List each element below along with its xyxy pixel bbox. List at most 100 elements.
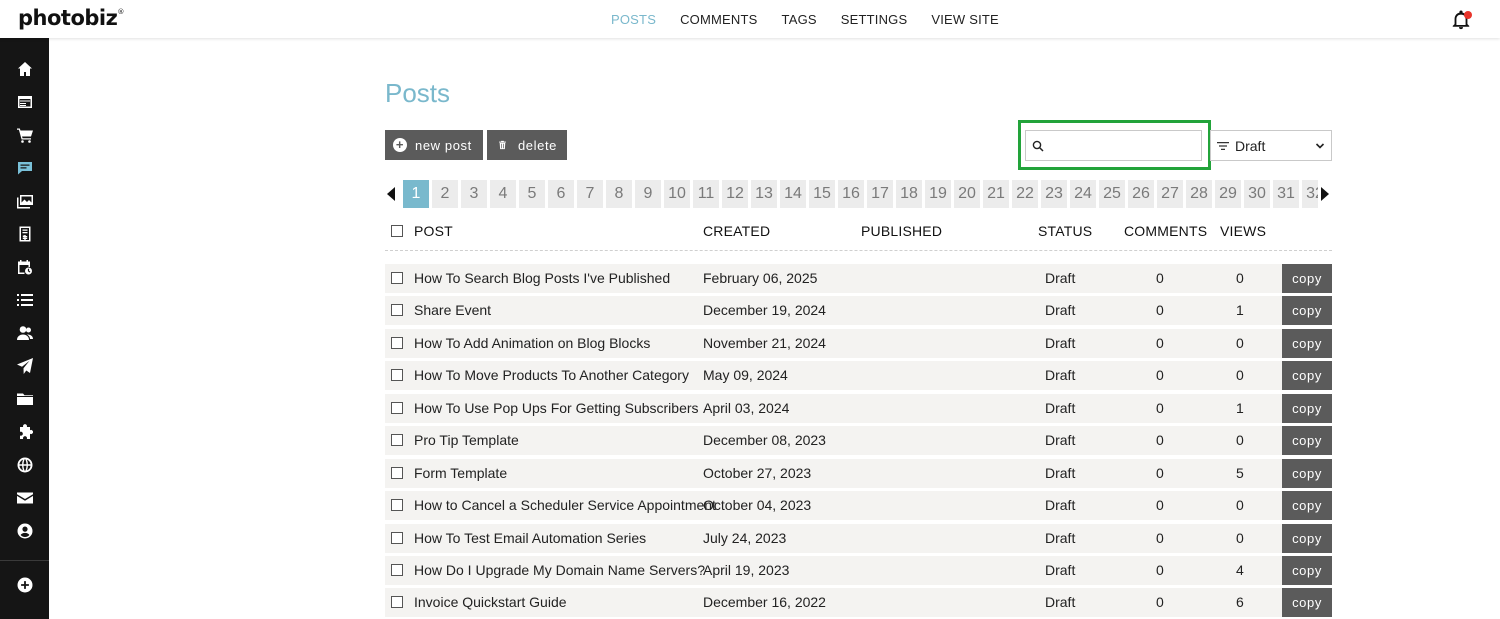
page-number-button[interactable]: 27: [1157, 180, 1183, 208]
page-number-button[interactable]: 8: [606, 180, 632, 208]
page-number-button[interactable]: 1: [403, 180, 429, 208]
copy-button[interactable]: copy: [1282, 491, 1332, 521]
page-number-button[interactable]: 21: [983, 180, 1009, 208]
column-header-views[interactable]: VIEWS: [1220, 223, 1266, 239]
home-icon[interactable]: [16, 60, 33, 77]
post-title-link[interactable]: Form Template: [414, 465, 507, 481]
page-number-button[interactable]: 10: [664, 180, 690, 208]
copy-button[interactable]: copy: [1282, 523, 1332, 553]
page-number-button[interactable]: 32: [1302, 180, 1318, 208]
page-number-button[interactable]: 24: [1070, 180, 1096, 208]
notifications-bell-icon[interactable]: [1450, 8, 1474, 32]
row-checkbox[interactable]: [391, 466, 403, 479]
page-number-button[interactable]: 6: [548, 180, 574, 208]
copy-button[interactable]: copy: [1282, 458, 1332, 488]
invoice-icon[interactable]: [16, 225, 33, 242]
page-number-button[interactable]: 26: [1128, 180, 1154, 208]
column-header-status[interactable]: STATUS: [1038, 223, 1092, 239]
send-icon[interactable]: [16, 357, 33, 374]
page-number-button[interactable]: 9: [635, 180, 661, 208]
page-number-button[interactable]: 5: [519, 180, 545, 208]
copy-button[interactable]: copy: [1282, 393, 1332, 423]
nav-tags[interactable]: TAGS: [782, 12, 817, 27]
nav-view-site[interactable]: VIEW SITE: [931, 12, 999, 27]
page-number-button[interactable]: 28: [1186, 180, 1212, 208]
delete-button[interactable]: delete: [487, 130, 567, 160]
page-number-button[interactable]: 16: [838, 180, 864, 208]
nav-comments[interactable]: COMMENTS: [680, 12, 757, 27]
page-number-button[interactable]: 20: [954, 180, 980, 208]
next-page-icon[interactable]: [1321, 187, 1329, 201]
page-number-button[interactable]: 7: [577, 180, 603, 208]
page-number-button[interactable]: 3: [461, 180, 487, 208]
post-title-link[interactable]: Share Event: [414, 302, 491, 318]
globe-icon[interactable]: [16, 456, 33, 473]
nav-settings[interactable]: SETTINGS: [841, 12, 908, 27]
row-checkbox[interactable]: [391, 369, 403, 382]
copy-button[interactable]: copy: [1282, 264, 1332, 293]
page-number-button[interactable]: 22: [1012, 180, 1038, 208]
folder-icon[interactable]: [16, 390, 33, 407]
status-filter-select[interactable]: Draft: [1210, 130, 1332, 161]
post-title-link[interactable]: Invoice Quickstart Guide: [414, 594, 567, 610]
column-header-comments[interactable]: COMMENTS: [1124, 223, 1207, 239]
page-number-button[interactable]: 30: [1244, 180, 1270, 208]
post-title-link[interactable]: How Do I Upgrade My Domain Name Servers?: [414, 562, 705, 578]
account-icon[interactable]: [16, 522, 33, 539]
search-input[interactable]: [1048, 133, 1198, 158]
column-header-created[interactable]: CREATED: [703, 223, 770, 239]
copy-button[interactable]: copy: [1282, 296, 1332, 326]
row-checkbox[interactable]: [391, 304, 403, 317]
column-header-post[interactable]: POST: [414, 223, 453, 239]
page-number-button[interactable]: 17: [867, 180, 893, 208]
post-title-link[interactable]: How To Search Blog Posts I've Published: [414, 270, 670, 286]
contacts-icon[interactable]: [16, 324, 33, 341]
row-checkbox[interactable]: [391, 401, 403, 414]
row-checkbox[interactable]: [391, 336, 403, 349]
page-number-button[interactable]: 29: [1215, 180, 1241, 208]
search-field[interactable]: [1025, 130, 1202, 161]
previous-page-icon[interactable]: [387, 187, 395, 201]
post-title-link[interactable]: Pro Tip Template: [414, 432, 519, 448]
store-icon[interactable]: [16, 126, 33, 143]
gallery-icon[interactable]: [16, 192, 33, 209]
post-title-link[interactable]: How to Cancel a Scheduler Service Appoin…: [414, 497, 716, 513]
email-icon[interactable]: [16, 489, 33, 506]
page-number-button[interactable]: 25: [1099, 180, 1125, 208]
page-number-button[interactable]: 11: [693, 180, 719, 208]
page-number-button[interactable]: 14: [780, 180, 806, 208]
website-icon[interactable]: [16, 93, 33, 110]
add-icon[interactable]: [16, 576, 33, 593]
row-checkbox[interactable]: [391, 596, 403, 609]
new-post-button[interactable]: + new post: [385, 130, 483, 160]
row-checkbox[interactable]: [391, 434, 403, 447]
blog-icon[interactable]: [16, 159, 33, 176]
scheduler-icon[interactable]: [16, 258, 33, 275]
copy-button[interactable]: copy: [1282, 426, 1332, 456]
photobiz-logo[interactable]: photobiz®: [18, 6, 124, 30]
page-number-button[interactable]: 2: [432, 180, 458, 208]
page-number-button[interactable]: 12: [722, 180, 748, 208]
post-title-link[interactable]: How To Add Animation on Blog Blocks: [414, 335, 650, 351]
page-number-button[interactable]: 13: [751, 180, 777, 208]
column-header-published[interactable]: PUBLISHED: [861, 223, 942, 239]
post-title-link[interactable]: How To Move Products To Another Category: [414, 367, 689, 383]
copy-button[interactable]: copy: [1282, 328, 1332, 358]
select-all-checkbox[interactable]: [391, 225, 403, 237]
row-checkbox[interactable]: [391, 531, 403, 544]
page-number-button[interactable]: 19: [925, 180, 951, 208]
copy-button[interactable]: copy: [1282, 588, 1332, 618]
list-icon[interactable]: [16, 291, 33, 308]
row-checkbox[interactable]: [391, 272, 403, 284]
page-number-button[interactable]: 18: [896, 180, 922, 208]
post-title-link[interactable]: How To Test Email Automation Series: [414, 530, 646, 546]
page-number-button[interactable]: 4: [490, 180, 516, 208]
page-number-button[interactable]: 31: [1273, 180, 1299, 208]
copy-button[interactable]: copy: [1282, 361, 1332, 391]
row-checkbox[interactable]: [391, 563, 403, 576]
copy-button[interactable]: copy: [1282, 555, 1332, 585]
apps-icon[interactable]: [16, 423, 33, 440]
row-checkbox[interactable]: [391, 499, 403, 512]
page-number-button[interactable]: 15: [809, 180, 835, 208]
post-title-link[interactable]: How To Use Pop Ups For Getting Subscribe…: [414, 400, 699, 416]
